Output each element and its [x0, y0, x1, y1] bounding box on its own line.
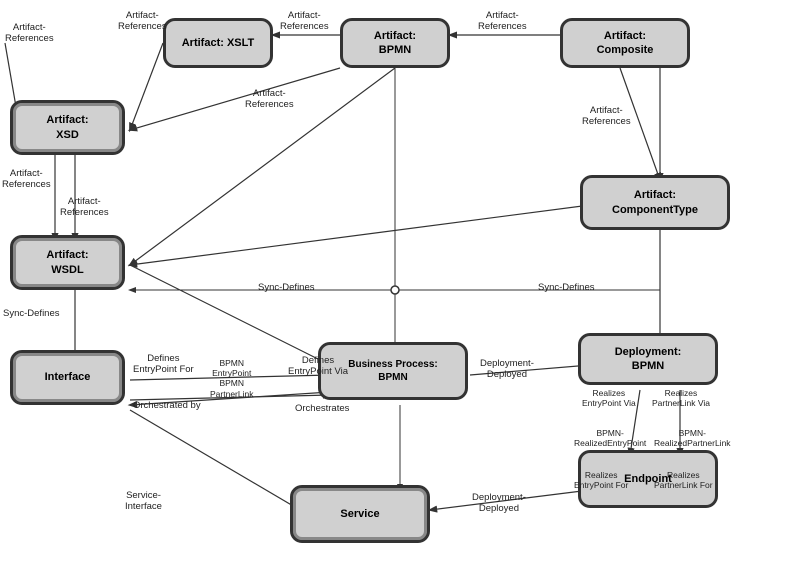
node-xsd: Artifact:XSD: [10, 100, 125, 155]
label-artifact-ref-bpmn-mid: Artifact-References: [280, 10, 329, 33]
label-orchestrated-by: Orchestrated by: [133, 400, 201, 411]
node-deployment-bpmn-label: Deployment:BPMN: [615, 345, 682, 374]
node-bpmn-artifact-label: Artifact:BPMN: [374, 29, 416, 58]
label-sync-defines-wsdl: Sync-Defines: [3, 308, 60, 319]
node-composite-label: Artifact:Composite: [597, 29, 654, 58]
node-service: Service: [290, 485, 430, 543]
node-xslt-label: Artifact: XSLT: [182, 36, 255, 50]
label-realizes-partnerlink-for: RealizesPartnerLink For: [654, 470, 713, 490]
label-artifact-ref-composite: Artifact-References: [478, 10, 527, 33]
label-bpmn-entrypoint: BPMNEntryPointBPMNPartnerLink: [210, 358, 253, 399]
label-orchestrates: Orchestrates: [295, 403, 349, 414]
label-defines-entrypoint-for: DefinesEntryPoint For: [133, 353, 194, 376]
node-service-label: Service: [340, 507, 379, 521]
label-defines-entrypoint-via: DefinesEntryPoint Via: [288, 355, 348, 378]
label-artifact-ref-comp-wsdl: Artifact-References: [582, 105, 631, 128]
label-artifact-ref-xsd-wsdl2: Artifact-References: [60, 196, 109, 219]
label-realizes-entrypoint-for: RealizesEntryPoint For: [574, 470, 628, 490]
node-component-type: Artifact:ComponentType: [580, 175, 730, 230]
node-bpmn-artifact: Artifact:BPMN: [340, 18, 450, 68]
node-interface-label: Interface: [45, 370, 91, 384]
node-component-type-label: Artifact:ComponentType: [612, 188, 698, 217]
label-sync-defines-mid: Sync-Defines: [258, 282, 315, 293]
node-deployment-bpmn: Deployment:BPMN: [578, 333, 718, 385]
node-xslt: Artifact: XSLT: [163, 18, 273, 68]
label-bpmn-realized-entrypoint: BPMN-RealizedEntryPoint: [574, 428, 646, 448]
label-sync-defines-right: Sync-Defines: [538, 282, 595, 293]
label-artifact-ref-xslt-bpmn: Artifact-References: [118, 10, 167, 33]
node-bp-bpmn-label: Business Process:BPMN: [348, 358, 438, 384]
label-deployment-deployed-ep: Deployment-Deployed: [472, 492, 526, 515]
node-wsdl: Artifact:WSDL: [10, 235, 125, 290]
label-realizes-entrypoint-via: RealizesEntryPoint Via: [582, 388, 636, 408]
node-composite: Artifact:Composite: [560, 18, 690, 68]
node-wsdl-label: Artifact:WSDL: [46, 248, 88, 277]
label-deployment-deployed-bp: Deployment-Deployed: [480, 358, 534, 381]
node-interface: Interface: [10, 350, 125, 405]
label-artifact-ref-bpmn-xsd: Artifact-References: [245, 88, 294, 111]
label-bpmn-realized-partnerlink: BPMN-RealizedPartnerLink: [654, 428, 731, 448]
label-artifact-ref-xsd-wsdl1: Artifact-References: [2, 168, 51, 191]
label-service-interface: Service-Interface: [125, 490, 162, 513]
node-xsd-label: Artifact:XSD: [46, 113, 88, 142]
diagram-container: Artifact: XSLT Artifact:BPMN Artifact:Co…: [0, 0, 808, 573]
label-realizes-partnerlink-via: RealizesPartnerLink Via: [652, 388, 710, 408]
label-artifact-ref-left: Artifact-References: [5, 22, 54, 45]
